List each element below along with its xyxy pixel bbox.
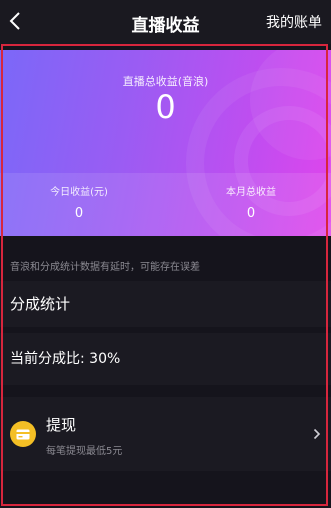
withdraw-row[interactable]: 提现 每笔提现最低5元 bbox=[0, 397, 331, 471]
top-navigation-bar: 直播收益 我的账单 bbox=[0, 0, 331, 44]
month-earnings-value: 0 bbox=[246, 206, 256, 221]
today-earnings-label: 今日收益(元) bbox=[50, 187, 108, 198]
withdraw-minimum-note: 每笔提现最低5元 bbox=[46, 446, 123, 457]
earnings-summary-card: 直播总收益(音浪) 0 今日收益(元) 0 本月总收益 0 bbox=[0, 50, 331, 236]
sharing-stats-title: 分成统计 bbox=[0, 281, 331, 327]
today-earnings-value: 0 bbox=[74, 206, 84, 221]
card-icon bbox=[10, 421, 36, 447]
total-earnings-value: 0 bbox=[155, 88, 176, 126]
sharing-ratio: 当前分成比: 30% bbox=[0, 333, 331, 385]
my-bill-link[interactable]: 我的账单 bbox=[266, 12, 322, 32]
chevron-right-icon bbox=[311, 427, 323, 441]
month-earnings-label: 本月总收益 bbox=[226, 187, 276, 198]
withdraw-label: 提现 bbox=[46, 416, 77, 434]
month-earnings: 本月总收益 0 bbox=[176, 183, 326, 221]
data-delay-notice: 音浪和分成统计数据有延时，可能存在误差 bbox=[10, 262, 200, 273]
earnings-breakdown: 今日收益(元) 0 本月总收益 0 bbox=[0, 173, 331, 236]
today-earnings: 今日收益(元) 0 bbox=[4, 183, 154, 221]
total-earnings-label: 直播总收益(音浪) bbox=[122, 75, 209, 88]
